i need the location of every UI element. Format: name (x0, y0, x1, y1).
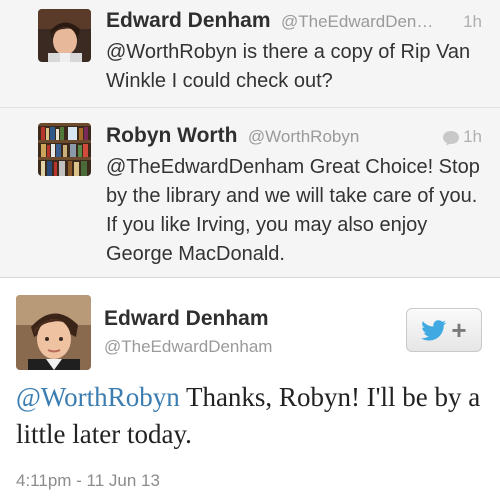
author-handle: @WorthRobyn (247, 127, 360, 146)
tweet-meta: Edward Denham @TheEdwardDen… 1h (106, 9, 488, 35)
author-name[interactable]: Robyn Worth (106, 124, 237, 147)
tweet-text: @WorthRobyn Thanks, Robyn! I'll be by a … (16, 379, 486, 453)
tweet-time: 1h (463, 127, 482, 146)
avatar[interactable] (38, 123, 91, 176)
tweet-text: @TheEdwardDenham Great Choice! Stop by t… (106, 156, 480, 265)
author-handle: @TheEdwardDenham (104, 337, 273, 356)
plus-icon: + (451, 315, 467, 345)
tweet-meta: Robyn Worth @WorthRobyn 1h (106, 124, 488, 150)
tweet-timestamp: 4:11pm - 11 Jun 13 (16, 471, 160, 490)
author-name[interactable]: Edward Denham (106, 9, 271, 32)
mention-link[interactable]: @WorthRobyn (16, 382, 180, 412)
main-tweet: Edward Denham @TheEdwardDenham + @WorthR… (0, 279, 500, 502)
reply-bubble-icon (442, 130, 460, 151)
author-handle: @TheEdwardDen… (281, 12, 434, 31)
avatar[interactable] (38, 9, 91, 62)
reply-tweet[interactable]: Robyn Worth @WorthRobyn 1h @TheEdwardDen… (0, 108, 500, 278)
edward-avatar-image (16, 295, 91, 370)
follow-button[interactable]: + (406, 308, 482, 352)
reply-tweet[interactable]: Edward Denham @TheEdwardDen… 1h @WorthRo… (0, 0, 500, 108)
avatar[interactable] (16, 295, 91, 370)
edward-avatar-image (38, 9, 91, 62)
author-name[interactable]: Edward Denham (104, 307, 269, 331)
twitter-bird-icon (421, 319, 447, 340)
tweet-time: 1h (463, 12, 482, 31)
bookshelf-avatar-image (38, 123, 91, 176)
tweet-text: @WorthRobyn is there a copy of Rip Van W… (106, 41, 471, 92)
